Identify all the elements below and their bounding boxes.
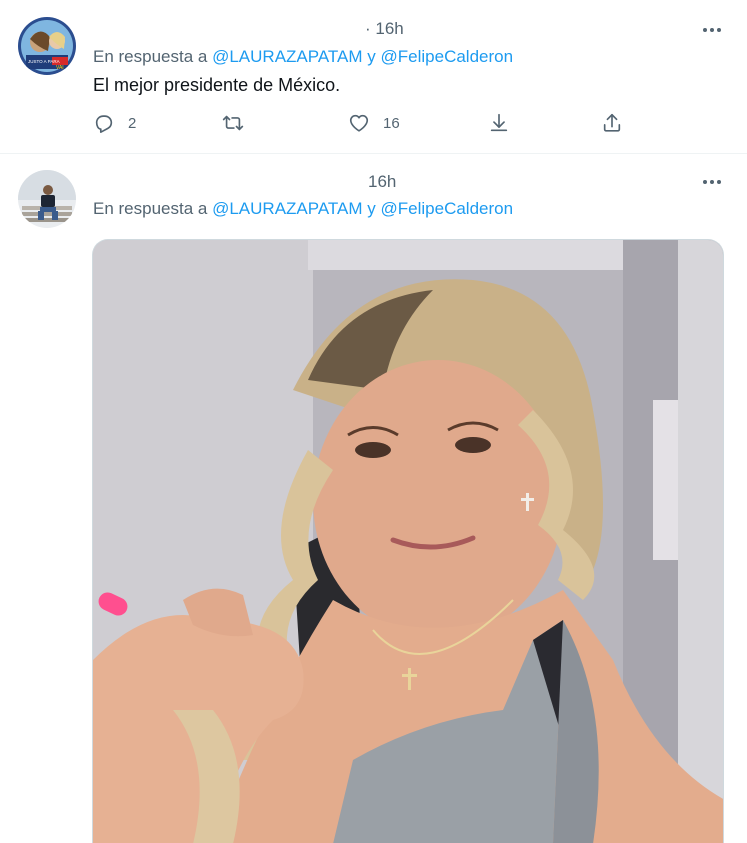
- download-icon: [490, 113, 508, 132]
- tweet-1[interactable]: JUSTO A PARA VAI · 16h En respuesta a @L…: [0, 0, 747, 154]
- avatar-logo-text: JUSTO A PARA: [28, 59, 60, 64]
- mention-felipecalderon[interactable]: @FelipeCalderon: [381, 47, 514, 66]
- svg-text:VAI: VAI: [56, 65, 64, 71]
- reply-icon: [95, 115, 113, 133]
- action-bar: 2 16: [93, 112, 633, 138]
- reply-count: 2: [128, 114, 137, 132]
- more-dots-icon[interactable]: [703, 179, 721, 185]
- tweet-photo[interactable]: [92, 239, 724, 843]
- share-icon: [603, 113, 621, 132]
- more-dots-icon[interactable]: [703, 27, 721, 33]
- mention-laurazapatam[interactable]: @LAURAZAPATAM: [212, 47, 362, 66]
- tweet-time[interactable]: · 16h: [365, 19, 404, 39]
- share-button[interactable]: [601, 112, 623, 134]
- reply-context: En respuesta a @LAURAZAPATAM y @FelipeCa…: [93, 199, 513, 219]
- reply-prefix: En respuesta a: [93, 47, 208, 66]
- photo-illustration: [93, 240, 723, 843]
- retweet-button[interactable]: [222, 112, 257, 134]
- tweet-text: El mejor presidente de México.: [93, 75, 341, 95]
- avatar[interactable]: JUSTO A PARA VAI: [18, 17, 76, 75]
- mention-conjunction: y: [367, 199, 376, 218]
- like-count: 16: [383, 114, 400, 132]
- reply-prefix: En respuesta a: [93, 199, 208, 218]
- download-button[interactable]: [488, 112, 510, 134]
- reply-context: En respuesta a @LAURAZAPATAM y @FelipeCa…: [93, 47, 513, 67]
- mention-laurazapatam[interactable]: @LAURAZAPATAM: [212, 199, 362, 218]
- avatar[interactable]: [18, 170, 76, 228]
- mention-felipecalderon[interactable]: @FelipeCalderon: [381, 199, 514, 218]
- like-button[interactable]: 16: [348, 112, 400, 134]
- tweet-time[interactable]: 16h: [368, 172, 396, 192]
- mention-conjunction: y: [367, 47, 376, 66]
- heart-icon: [349, 114, 369, 132]
- reply-button[interactable]: 2: [93, 112, 136, 134]
- retweet-icon: [222, 115, 244, 131]
